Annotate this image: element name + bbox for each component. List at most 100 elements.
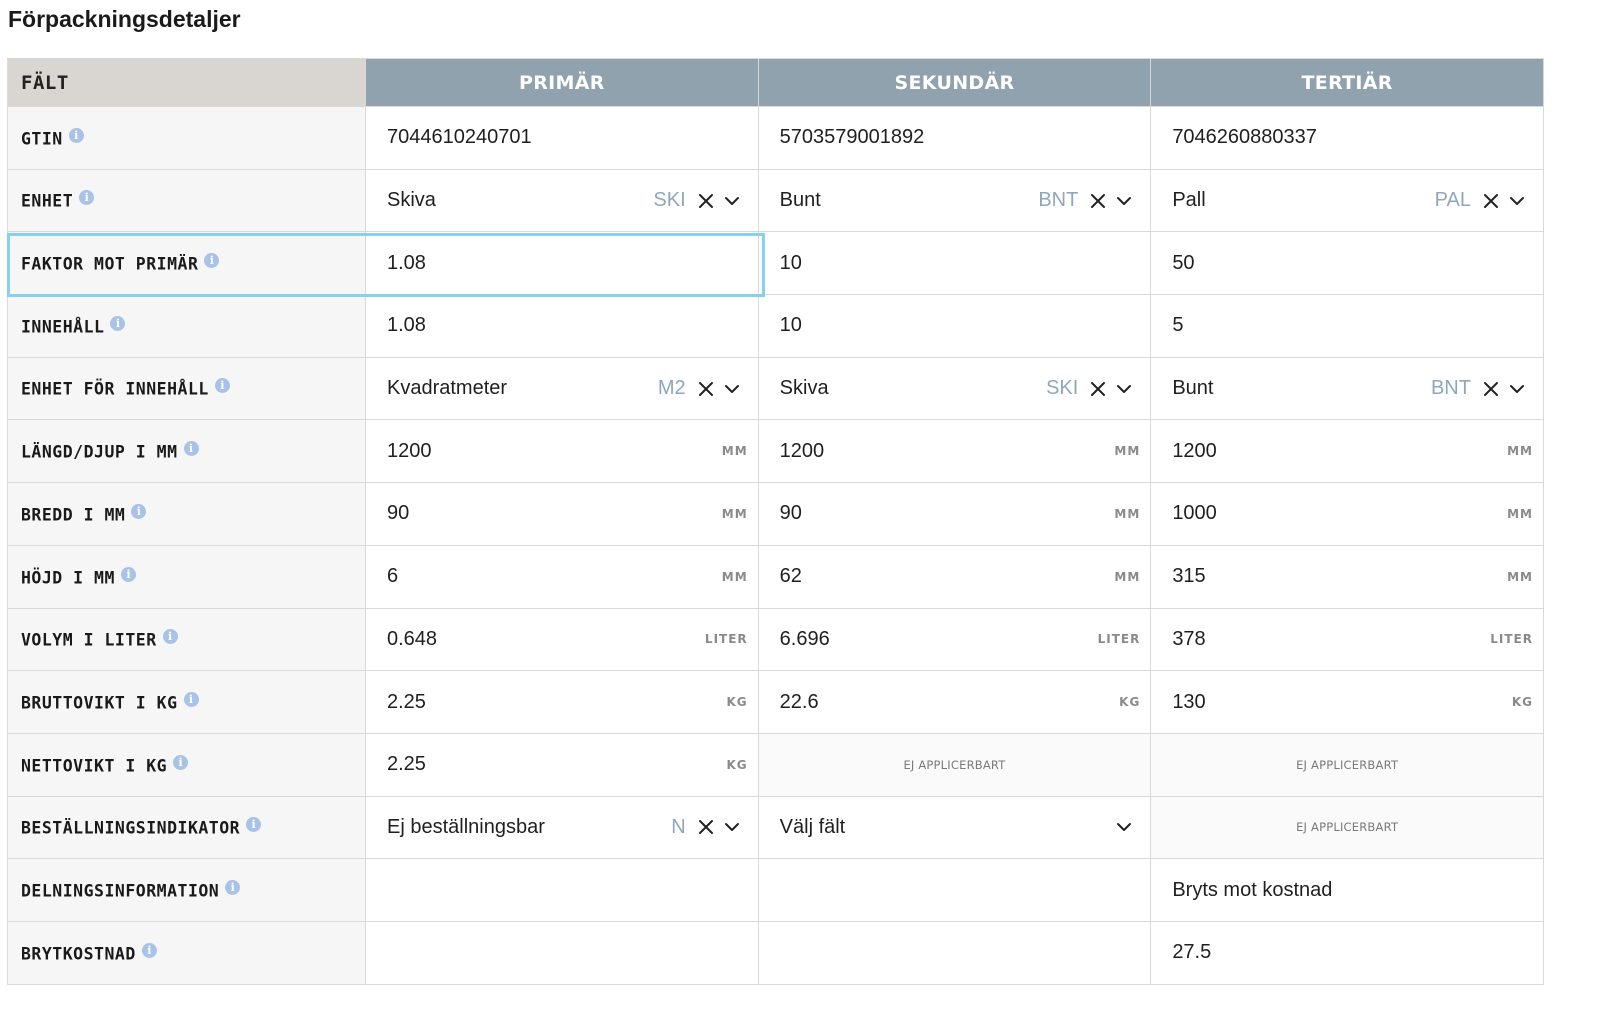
chevron-down-icon[interactable] xyxy=(1114,817,1134,837)
value-input[interactable]: 50 xyxy=(1172,252,1194,275)
value-cell-secondary[interactable]: Skiva SKI xyxy=(757,356,1152,421)
value-input[interactable]: 1200 xyxy=(387,440,432,463)
value-cell-secondary[interactable]: 6.696 LITER xyxy=(757,607,1152,672)
value-input[interactable]: 2.25 xyxy=(387,691,426,714)
chevron-down-icon[interactable] xyxy=(722,379,742,399)
value-input[interactable]: 1.08 xyxy=(387,252,426,275)
value-input[interactable]: 7044610240701 xyxy=(387,126,532,149)
select-placeholder[interactable]: Välj fält xyxy=(780,816,846,839)
value-cell-primary[interactable]: 7044610240701 xyxy=(365,106,759,170)
value-cell-primary[interactable]: 6 MM xyxy=(365,544,759,609)
select-value[interactable]: Skiva xyxy=(387,189,436,212)
value-cell-primary[interactable]: Skiva SKI xyxy=(365,168,759,233)
value-input[interactable]: 315 xyxy=(1172,565,1205,588)
clear-icon[interactable] xyxy=(1481,379,1501,399)
value-cell-secondary[interactable]: 90 MM xyxy=(757,482,1152,546)
value-cell-secondary[interactable]: 10 xyxy=(757,294,1152,358)
value-cell-primary[interactable]: 90 MM xyxy=(365,482,759,546)
clear-icon[interactable] xyxy=(696,379,716,399)
chevron-down-icon[interactable] xyxy=(722,191,742,211)
chevron-down-icon[interactable] xyxy=(722,817,742,837)
value-cell-tertiary[interactable]: Bunt BNT xyxy=(1150,356,1544,421)
value-cell-tertiary[interactable]: 50 xyxy=(1150,231,1544,296)
info-icon[interactable]: i xyxy=(214,378,230,394)
info-icon[interactable]: i xyxy=(204,253,220,269)
value-cell-tertiary[interactable]: 27.5 xyxy=(1150,920,1544,985)
value-input[interactable]: 62 xyxy=(780,565,802,588)
clear-icon[interactable] xyxy=(1481,191,1501,211)
value-input[interactable]: 1200 xyxy=(1172,440,1217,463)
value-cell-tertiary[interactable]: 5 xyxy=(1150,294,1544,358)
select-value[interactable]: Kvadratmeter xyxy=(387,377,507,400)
value-cell-tertiary[interactable]: 130 KG xyxy=(1150,670,1544,734)
info-icon[interactable]: i xyxy=(162,629,178,645)
value-cell-primary[interactable]: 1200 MM xyxy=(365,419,759,484)
value-input[interactable]: 10 xyxy=(780,252,802,275)
value-input[interactable]: 6 xyxy=(387,565,398,588)
chevron-down-icon[interactable] xyxy=(1114,379,1134,399)
value-input[interactable]: 90 xyxy=(780,502,802,525)
value-input[interactable]: 22.6 xyxy=(780,691,819,714)
info-icon[interactable]: i xyxy=(131,503,147,519)
info-icon[interactable]: i xyxy=(79,190,95,206)
value-cell-secondary[interactable]: 10 xyxy=(757,231,1152,296)
info-icon[interactable]: i xyxy=(183,441,199,457)
info-icon[interactable]: i xyxy=(68,127,84,143)
value-cell-tertiary[interactable]: 1200 MM xyxy=(1150,419,1544,484)
empty-input-secondary[interactable] xyxy=(757,920,1152,985)
select-value[interactable]: Skiva xyxy=(780,377,829,400)
chevron-down-icon[interactable] xyxy=(1507,191,1527,211)
value-input[interactable]: 378 xyxy=(1172,628,1205,651)
value-cell-tertiary[interactable]: Pall PAL xyxy=(1150,168,1544,233)
select-value[interactable]: Bunt xyxy=(1172,377,1213,400)
value-cell-tertiary[interactable]: 1000 MM xyxy=(1150,482,1544,546)
value-cell-primary[interactable]: 0.648 LITER xyxy=(365,607,759,672)
value-cell-tertiary[interactable]: 7046260880337 xyxy=(1150,106,1544,170)
select-value[interactable]: Pall xyxy=(1172,189,1205,212)
value-cell-primary[interactable]: Ej beställningsbar N xyxy=(365,795,759,860)
empty-input-primary[interactable] xyxy=(365,920,759,985)
value-input[interactable]: 90 xyxy=(387,502,409,525)
value-cell-secondary[interactable]: 62 MM xyxy=(757,544,1152,609)
select-value[interactable]: Bunt xyxy=(780,189,821,212)
info-icon[interactable]: i xyxy=(141,942,157,958)
value-input[interactable]: 5703579001892 xyxy=(780,126,925,149)
value-input[interactable]: 1000 xyxy=(1172,502,1217,525)
info-icon[interactable]: i xyxy=(183,691,199,707)
chevron-down-icon[interactable] xyxy=(1507,379,1527,399)
value-cell-secondary[interactable]: Välj fält xyxy=(757,795,1152,860)
info-icon[interactable]: i xyxy=(110,315,126,331)
value-input[interactable]: 10 xyxy=(780,314,802,337)
value-input[interactable]: 6.696 xyxy=(780,628,830,651)
value-cell-secondary[interactable]: 22.6 KG xyxy=(757,670,1152,734)
value-input[interactable]: 1200 xyxy=(780,440,825,463)
clear-icon[interactable] xyxy=(1088,191,1108,211)
value-cell-secondary[interactable]: 5703579001892 xyxy=(757,106,1152,170)
info-icon[interactable]: i xyxy=(120,566,136,582)
value-cell-secondary[interactable]: 1200 MM xyxy=(757,419,1152,484)
value-input[interactable]: 2.25 xyxy=(387,753,426,776)
value-input[interactable]: 7046260880337 xyxy=(1172,126,1317,149)
info-icon[interactable]: i xyxy=(173,754,189,770)
empty-input-primary[interactable] xyxy=(365,858,759,922)
value-cell-tertiary[interactable]: 378 LITER xyxy=(1150,607,1544,672)
clear-icon[interactable] xyxy=(696,191,716,211)
value-cell-primary[interactable]: 2.25 KG xyxy=(365,670,759,734)
value-input[interactable]: 130 xyxy=(1172,691,1205,714)
value-cell-tertiary[interactable]: 315 MM xyxy=(1150,544,1544,609)
select-value[interactable]: Ej beställningsbar xyxy=(387,816,545,839)
value-input[interactable]: 1.08 xyxy=(387,314,426,337)
value-cell-primary[interactable]: Kvadratmeter M2 xyxy=(365,356,759,421)
chevron-down-icon[interactable] xyxy=(1114,191,1134,211)
clear-icon[interactable] xyxy=(1088,379,1108,399)
value-cell-primary[interactable]: 1.08 xyxy=(365,231,759,296)
empty-input-secondary[interactable] xyxy=(757,858,1152,922)
value-input[interactable]: 0.648 xyxy=(387,628,437,651)
value-input[interactable]: Bryts mot kostnad xyxy=(1172,879,1332,902)
value-cell-secondary[interactable]: Bunt BNT xyxy=(757,168,1152,233)
value-cell-primary[interactable]: 2.25 KG xyxy=(365,732,759,797)
info-icon[interactable]: i xyxy=(246,817,262,833)
value-cell-primary[interactable]: 1.08 xyxy=(365,294,759,358)
value-input[interactable]: 5 xyxy=(1172,314,1183,337)
clear-icon[interactable] xyxy=(696,817,716,837)
